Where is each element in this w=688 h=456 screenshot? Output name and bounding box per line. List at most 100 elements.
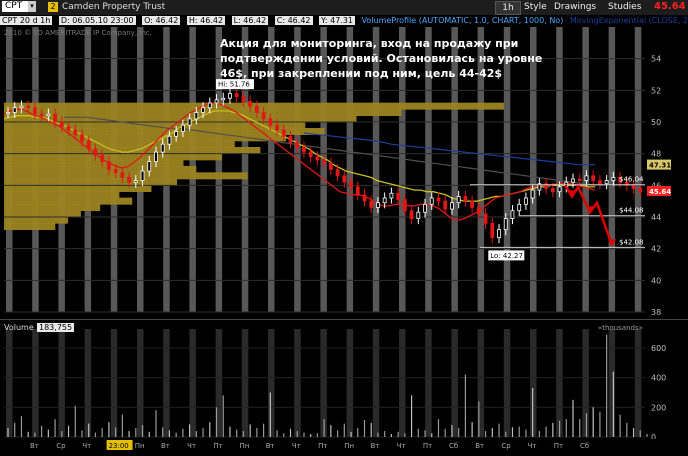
level-label: $44.08 [619,207,644,215]
candle-up [46,113,51,117]
volume-tick: 600 [651,344,666,353]
candle-down [483,213,488,224]
candle-down [409,210,414,219]
candle-down [248,101,253,107]
time-tick: Чт [528,442,537,450]
session-band-lower [582,329,589,437]
candle-up [497,229,501,238]
candle-up [517,203,522,212]
session-band-upper [582,27,589,312]
candle-up [571,178,575,183]
candle-down [322,159,327,164]
candle-up [530,189,535,199]
volume-profile-bar [4,140,235,148]
candle-down [470,200,475,208]
candle-down [598,180,602,185]
candle-down [631,184,636,189]
time-tick: Чт [292,442,301,450]
candle-up [429,197,434,205]
candle-up [174,131,179,137]
candle-down [402,199,407,212]
candle-up [389,192,394,199]
session-band-lower [634,329,642,437]
trade-annotation: Акция для мониторинга, вход на продажу п… [220,37,543,80]
candle-down [355,186,360,196]
candle-up [611,177,616,181]
session-band-lower [137,329,144,437]
time-tick: Вт [475,442,484,450]
candle-down [342,175,347,183]
session-band-upper [634,27,642,312]
price-tick: 52 [651,86,661,95]
volume-profile-bar [4,153,222,161]
candle-up [194,112,199,120]
candle-down [302,146,306,153]
candle-down [476,207,481,215]
time-tick: Пн [344,442,354,450]
session-band-lower [163,329,170,437]
low-label: Lo: 42.27 [490,252,523,260]
candle-down [436,197,441,202]
candle-up [140,170,145,181]
candle-down [39,113,44,117]
candle-down [234,93,239,98]
candle-up [221,97,226,101]
session-band-lower [58,329,65,437]
session-band-lower [399,329,406,437]
candle-down [127,177,131,183]
candle-down [80,134,84,142]
candle-down [315,156,320,161]
price-tick: 44 [651,213,661,222]
candle-up [207,102,212,109]
candle-up [584,175,589,181]
session-band-lower [268,329,275,437]
session-band-lower [241,329,249,437]
candle-up [450,202,454,210]
candle-down [463,196,468,202]
price-tick: 38 [651,308,661,317]
candle-down [241,96,246,102]
candle-up [167,135,172,145]
candle-up [503,218,508,231]
candle-down [275,124,279,131]
price-tick: 50 [651,118,661,127]
candle-down [254,105,259,113]
candle-up [6,112,10,115]
candle-down [106,161,111,170]
price-tick: 40 [651,276,661,285]
candle-down [550,188,555,193]
time-tick: Пт [423,442,432,450]
time-tick: Пн [240,442,250,450]
session-band-lower [372,329,380,437]
candle-up [19,105,24,109]
level-label: $42.08 [619,238,644,246]
time-tick: Пн [135,442,145,450]
candle-up [201,107,205,113]
volume-value: 183,755 [37,323,75,332]
price-tick: 48 [651,150,661,159]
level-label: $46.04 [619,176,644,184]
candle-down [443,200,448,210]
time-tick: Чт [82,442,91,450]
session-band-lower [608,329,616,437]
panel-divider [0,319,688,320]
time-tick: Чт [397,442,406,450]
candle-down [86,140,91,150]
price-tick: 42 [651,245,661,254]
volume-profile-bar [4,216,69,224]
candle-down [113,169,118,174]
session-band-lower [346,329,354,437]
candle-down [33,107,37,115]
time-tick: Ср [501,442,511,450]
candle-down [362,194,367,202]
candle-up [604,180,609,185]
session-band-lower [32,329,39,437]
time-axis: Вт Ср Чт 23:00 Пн Вт Чт Пт Пн Вт Чт Пт Пн Вт Чт Пт Сб Вт С… [0,439,688,456]
candle-up [456,196,461,204]
volume-profile-bar [4,210,81,218]
candle-down [261,112,266,120]
candle-up [423,203,427,213]
time-tick: Вт [30,442,39,450]
candle-down [281,129,286,137]
candle-down [295,142,300,148]
